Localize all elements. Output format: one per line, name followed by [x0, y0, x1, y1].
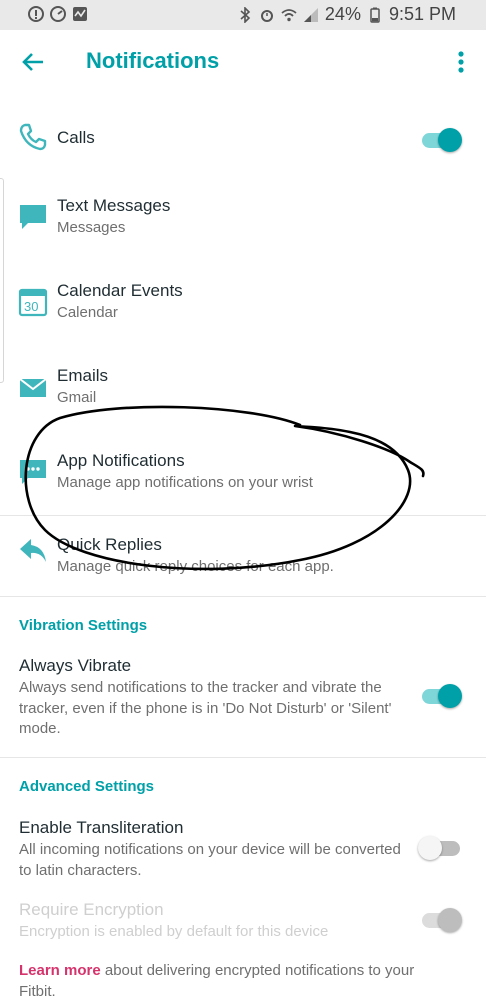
status-bar: 24% 9:51 PM — [0, 0, 486, 30]
always-vibrate-row[interactable]: Always Vibrate Always send notifications… — [0, 652, 486, 742]
battery-icon — [370, 7, 380, 23]
emails-subtitle: Gmail — [57, 389, 97, 406]
always-vibrate-toggle[interactable] — [422, 681, 462, 711]
learn-more-text: Learn more about delivering encrypted no… — [19, 960, 419, 999]
app-chat-icon — [20, 460, 46, 484]
alarm-icon — [260, 9, 273, 22]
emails-label: Emails — [57, 366, 109, 385]
divider — [0, 596, 486, 597]
encryption-row: Require Encryption Encryption is enabled… — [0, 896, 486, 946]
reply-icon — [20, 539, 46, 562]
app-notifications-label: App Notifications — [57, 451, 185, 470]
always-vibrate-description: Always send notifications to the tracker… — [19, 679, 392, 737]
divider — [0, 757, 486, 758]
back-button[interactable] — [18, 48, 48, 76]
battery-percent: 24% — [324, 4, 361, 24]
calendar-icon: 30 — [18, 287, 48, 317]
learn-more-link[interactable]: Learn more — [19, 962, 101, 979]
calls-label: Calls — [57, 128, 95, 147]
phone-icon — [19, 123, 47, 151]
page-title: Notifications — [86, 48, 220, 73]
text-messages-label: Text Messages — [57, 196, 171, 215]
activity-icon — [73, 7, 87, 21]
encryption-description: Encryption is enabled by default for thi… — [19, 923, 329, 940]
app-notifications-subtitle: Manage app notifications on your wrist — [57, 474, 313, 491]
calendar-events-label: Calendar Events — [57, 281, 183, 300]
calendar-events-subtitle: Calendar — [57, 304, 118, 321]
transliteration-label: Enable Transliteration — [19, 818, 184, 837]
speedometer-icon — [50, 6, 66, 22]
calls-toggle[interactable] — [422, 125, 462, 155]
data-saver-icon — [28, 6, 44, 22]
encryption-label: Require Encryption — [19, 900, 164, 919]
mail-icon — [19, 378, 47, 397]
back-arrow-icon — [22, 53, 43, 71]
signal-icon — [303, 7, 318, 22]
encryption-toggle — [422, 905, 462, 935]
text-messages-subtitle: Messages — [57, 219, 126, 236]
app-bar: Notifications — [0, 30, 486, 94]
divider — [0, 515, 486, 516]
notification-row-text-messages[interactable]: Text Messages Messages — [0, 192, 486, 242]
transliteration-toggle[interactable] — [418, 833, 462, 863]
advanced-settings-header: Advanced Settings — [19, 778, 155, 795]
calendar-day-number: 30 — [24, 299, 39, 314]
notification-row-emails[interactable]: Emails Gmail — [0, 362, 486, 412]
transliteration-description: All incoming notifications on your devic… — [19, 841, 401, 879]
message-icon — [20, 205, 46, 229]
overflow-menu-button[interactable] — [454, 48, 468, 76]
quick-replies-subtitle: Manage quick reply choices for each app. — [57, 558, 334, 575]
status-time: 9:51 PM — [388, 4, 456, 24]
notification-row-calendar-events[interactable]: 30 Calendar Events Calendar — [0, 277, 486, 327]
notification-row-app-notifications[interactable]: App Notifications Manage app notificatio… — [0, 447, 486, 497]
bluetooth-icon — [240, 6, 251, 23]
always-vibrate-label: Always Vibrate — [19, 656, 132, 675]
vibration-settings-header: Vibration Settings — [19, 617, 148, 634]
wifi-icon — [281, 8, 297, 21]
more-vert-icon — [458, 51, 464, 73]
transliteration-row[interactable]: Enable Transliteration All incoming noti… — [0, 814, 486, 884]
quick-replies-label: Quick Replies — [57, 535, 162, 554]
notification-row-quick-replies[interactable]: Quick Replies Manage quick reply choices… — [0, 531, 486, 581]
notification-row-calls[interactable]: Calls — [0, 118, 486, 162]
